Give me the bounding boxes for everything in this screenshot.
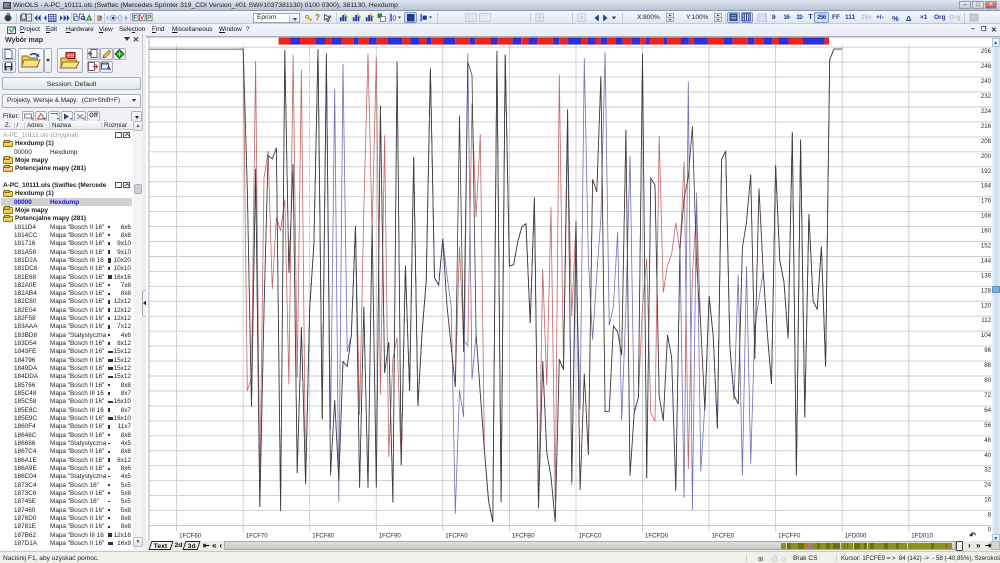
svg-text:1FD000: 1FD000 [845, 532, 867, 539]
svg-text:64: 64 [984, 407, 991, 414]
svg-text:216: 216 [981, 123, 992, 130]
svg-text:?: ? [328, 15, 332, 21]
svg-text:56: 56 [984, 422, 991, 429]
svg-text:224: 224 [981, 108, 992, 115]
svg-text:176: 176 [981, 198, 992, 205]
svg-text:1FCF60: 1FCF60 [179, 532, 202, 539]
svg-text:1FCF80: 1FCF80 [312, 532, 335, 539]
svg-text:256: 256 [981, 48, 992, 55]
svg-text:96: 96 [984, 347, 991, 354]
svg-text:16: 16 [984, 497, 991, 504]
svg-text:248: 248 [981, 63, 992, 70]
svg-text:1FCFF0: 1FCFF0 [778, 532, 801, 539]
svg-text:240: 240 [981, 78, 992, 85]
svg-text:200: 200 [981, 153, 992, 160]
svg-text:48: 48 [984, 437, 991, 444]
svg-text:128: 128 [981, 287, 992, 294]
svg-text:232: 232 [981, 93, 992, 100]
svg-text:1FCFE0: 1FCFE0 [712, 532, 735, 539]
svg-text:40: 40 [984, 452, 991, 459]
svg-text:0: 0 [392, 16, 396, 23]
svg-text:152: 152 [981, 243, 992, 250]
svg-text:1FCF90: 1FCF90 [379, 532, 402, 539]
svg-text:1FCFA0: 1FCFA0 [445, 532, 468, 539]
svg-text:160: 160 [981, 228, 992, 235]
svg-text:144: 144 [981, 258, 992, 265]
svg-text:72: 72 [984, 392, 991, 399]
svg-text:1FCFB0: 1FCFB0 [512, 532, 535, 539]
svg-text:1FCF70: 1FCF70 [246, 532, 269, 539]
svg-text:120: 120 [981, 302, 992, 309]
svg-text:80: 80 [984, 377, 991, 384]
svg-text:88: 88 [984, 362, 991, 369]
svg-text:P: P [147, 16, 151, 22]
svg-text:V: V [140, 16, 144, 22]
svg-text:1FCFC0: 1FCFC0 [579, 532, 603, 539]
svg-text:168: 168 [981, 213, 992, 220]
svg-text:104: 104 [981, 332, 992, 339]
svg-text:136: 136 [981, 272, 992, 279]
svg-text:24: 24 [984, 482, 991, 489]
svg-text:1FD010: 1FD010 [911, 532, 933, 539]
svg-text:184: 184 [981, 183, 992, 190]
svg-text:F: F [133, 16, 137, 22]
svg-text:192: 192 [981, 168, 992, 175]
svg-text:1FCFD0: 1FCFD0 [645, 532, 669, 539]
svg-text:32: 32 [984, 467, 991, 474]
svg-text:↶: ↶ [968, 531, 976, 540]
svg-text:112: 112 [981, 317, 991, 324]
svg-text:208: 208 [981, 138, 992, 145]
